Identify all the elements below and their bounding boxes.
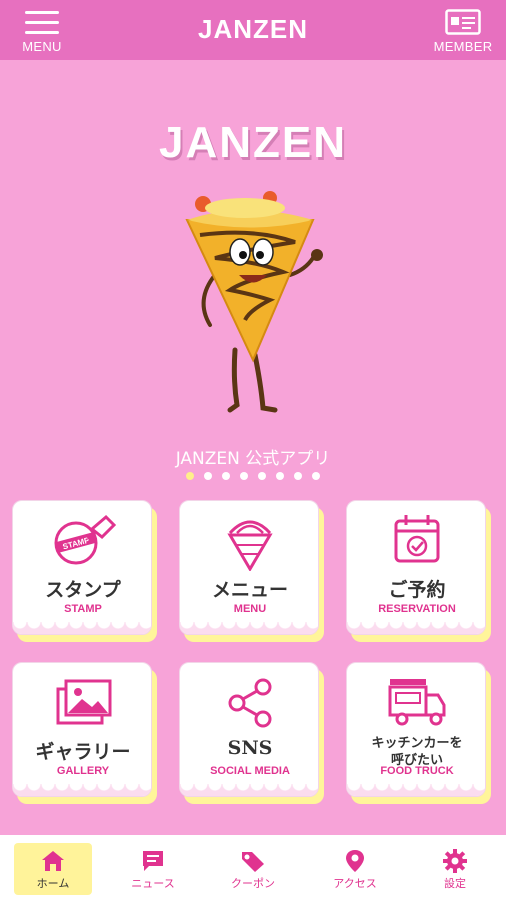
carousel-dot[interactable] <box>240 472 248 480</box>
gallery-icon <box>56 679 112 725</box>
svg-text:STAMP: STAMP <box>62 535 91 551</box>
hero-title: JANZEN <box>158 118 348 167</box>
carousel-dot[interactable] <box>204 472 212 480</box>
carousel-dot[interactable] <box>312 472 320 480</box>
app-header: MENU JANZEN MEMBER <box>0 0 506 60</box>
carousel-dot[interactable] <box>258 472 266 480</box>
truck-icon <box>388 679 446 726</box>
tile-food-truck-sublabel: FOOD TRUCK <box>380 765 454 777</box>
tile-gallery-sublabel: GALLERY <box>56 765 110 777</box>
carousel-dot[interactable] <box>276 472 284 480</box>
crepe-mascot-image <box>185 191 323 413</box>
carousel-dot[interactable] <box>294 472 302 480</box>
carousel-dot[interactable] <box>186 472 194 480</box>
nav-home[interactable]: ホーム <box>14 843 92 895</box>
coupon-icon <box>242 852 264 872</box>
carousel-dots[interactable] <box>0 472 506 480</box>
tile-stamp-sublabel: STAMP <box>64 603 102 615</box>
tile-food-truck-label: キッチンカーを 呼びたい <box>371 736 463 768</box>
hero-subtitle: JANZEN 公式アプリ <box>175 449 331 469</box>
tile-stamp-label: スタンプ <box>45 579 121 601</box>
tile-reservation-label: ご予約 <box>388 579 446 601</box>
tile-food-truck[interactable]: キッチンカーを 呼びたい FOOD TRUCK <box>346 662 491 804</box>
member-label: MEMBER <box>433 39 493 54</box>
news-icon <box>143 851 163 871</box>
member-card-icon <box>445 9 481 35</box>
crepe-icon <box>227 520 273 571</box>
tile-sns[interactable]: SNS SOCIAL MEDIA <box>179 662 324 804</box>
nav-settings[interactable]: 設定 <box>416 843 494 895</box>
nav-coupon[interactable]: クーポン <box>214 843 292 895</box>
tile-reservation-sublabel: RESERVATION <box>378 603 456 615</box>
tile-stamp[interactable]: STAMP スタンプ STAMP <box>12 500 157 642</box>
calendar-icon <box>394 515 440 563</box>
share-icon <box>228 678 272 728</box>
tile-gallery-label: ギャラリー <box>35 741 131 763</box>
tile-menu-label: メニュー <box>211 579 288 601</box>
tile-gallery[interactable]: ギャラリー GALLERY <box>12 662 157 804</box>
stamp-icon: STAMP <box>54 514 117 565</box>
nav-access[interactable]: アクセス <box>316 843 394 895</box>
location-icon <box>346 850 364 872</box>
carousel-dot[interactable] <box>222 472 230 480</box>
gear-icon <box>443 849 467 873</box>
tile-menu-sublabel: MENU <box>233 603 267 615</box>
home-icon <box>42 851 64 871</box>
tile-sns-label: SNS <box>227 737 273 759</box>
tile-sns-sublabel: SOCIAL MEDIA <box>210 765 290 777</box>
bottom-nav: ホーム ニュース クーポン アクセス 設定 <box>0 835 506 900</box>
nav-news[interactable]: ニュース <box>114 843 192 895</box>
member-button[interactable]: MEMBER <box>428 6 498 56</box>
tile-reservation[interactable]: ご予約 RESERVATION <box>346 500 491 642</box>
tile-menu[interactable]: メニュー MENU <box>179 500 324 642</box>
